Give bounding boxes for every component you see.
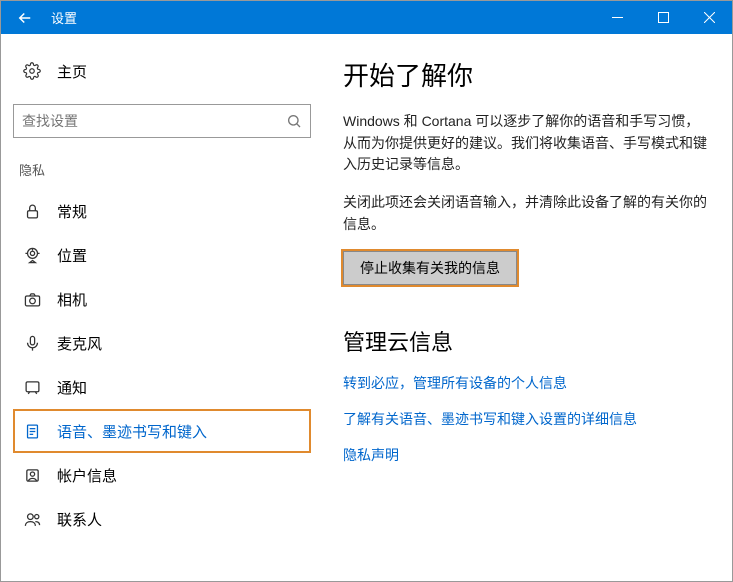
home-button[interactable]: 主页 [13, 52, 311, 90]
nav-item-general[interactable]: 常规 [13, 189, 311, 233]
lock-icon [21, 203, 43, 220]
heading-manage-cloud-info: 管理云信息 [343, 325, 708, 357]
nav-item-speech-inking-typing[interactable]: 语音、墨迹书写和键入 [13, 409, 311, 453]
maximize-icon [658, 12, 669, 23]
stop-collecting-button[interactable]: 停止收集有关我的信息 [343, 251, 517, 285]
close-icon [704, 12, 715, 23]
nav-list: 常规 位置 相机 麦克风 通知 语音、墨迹书写和键入 [13, 189, 311, 541]
window-title: 设置 [51, 8, 594, 27]
content-pane: 开始了解你 Windows 和 Cortana 可以逐步了解你的语音和手写习惯，… [323, 34, 732, 581]
camera-icon [21, 291, 43, 308]
nav-item-microphone[interactable]: 麦克风 [13, 321, 311, 365]
description-paragraph-1: Windows 和 Cortana 可以逐步了解你的语音和手写习惯，从而为你提供… [343, 111, 708, 176]
location-icon [21, 247, 43, 264]
notification-icon [21, 379, 43, 396]
nav-label: 联系人 [57, 509, 102, 530]
search-icon [286, 113, 302, 129]
nav-label: 相机 [57, 289, 87, 310]
nav-label: 常规 [57, 201, 87, 222]
account-icon [21, 467, 43, 484]
sidebar: 主页 隐私 常规 位置 相机 麦克风 [1, 34, 323, 581]
nav-label: 帐户信息 [57, 465, 117, 486]
search-box[interactable] [13, 104, 311, 138]
minimize-icon [612, 12, 623, 23]
search-input[interactable] [22, 113, 286, 129]
nav-item-contacts[interactable]: 联系人 [13, 497, 311, 541]
nav-label: 通知 [57, 377, 87, 398]
home-label: 主页 [57, 61, 87, 82]
maximize-button[interactable] [640, 1, 686, 34]
minimize-button[interactable] [594, 1, 640, 34]
clipboard-icon [21, 423, 43, 440]
contacts-icon [21, 511, 43, 528]
microphone-icon [21, 335, 43, 352]
heading-getting-to-know-you: 开始了解你 [343, 56, 708, 93]
nav-label: 麦克风 [57, 333, 102, 354]
nav-item-account-info[interactable]: 帐户信息 [13, 453, 311, 497]
nav-label: 语音、墨迹书写和键入 [57, 421, 207, 442]
back-button[interactable] [1, 1, 49, 34]
link-privacy-statement[interactable]: 隐私声明 [343, 445, 708, 465]
arrow-left-icon [16, 9, 34, 27]
gear-icon [21, 62, 43, 80]
description-paragraph-2: 关闭此项还会关闭语音输入，并清除此设备了解的有关你的信息。 [343, 192, 708, 235]
nav-item-location[interactable]: 位置 [13, 233, 311, 277]
nav-item-notifications[interactable]: 通知 [13, 365, 311, 409]
titlebar: 设置 [1, 1, 732, 34]
nav-label: 位置 [57, 245, 87, 266]
link-learn-more[interactable]: 了解有关语音、墨迹书写和键入设置的详细信息 [343, 409, 708, 429]
nav-item-camera[interactable]: 相机 [13, 277, 311, 321]
link-bing-personal-info[interactable]: 转到必应，管理所有设备的个人信息 [343, 373, 708, 393]
close-button[interactable] [686, 1, 732, 34]
section-header: 隐私 [19, 160, 311, 179]
